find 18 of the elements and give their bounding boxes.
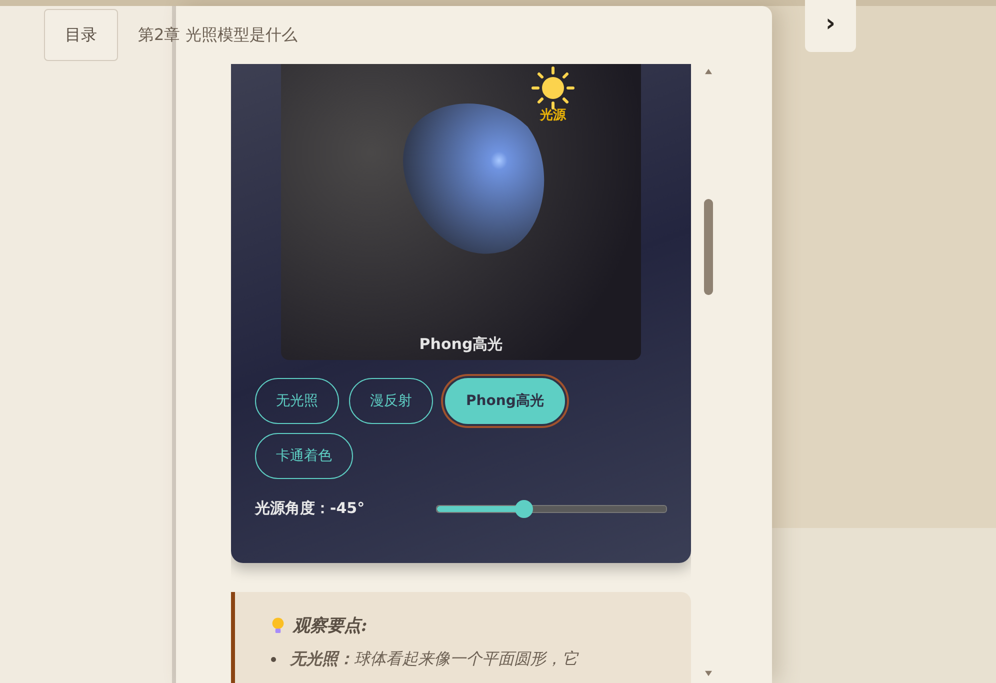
mode-button[interactable]: 卡通着色 <box>255 433 353 479</box>
scroll-down-icon[interactable] <box>704 670 712 677</box>
mode-button[interactable]: 漫反射 <box>349 378 433 424</box>
light-angle-slider[interactable] <box>436 500 667 518</box>
next-page-button[interactable]: › <box>805 0 856 52</box>
toc-button[interactable]: 目录 <box>44 9 118 61</box>
scroll-up-icon[interactable] <box>704 68 712 75</box>
bullet-icon <box>271 657 276 662</box>
light-source-label: 光源 <box>540 107 566 124</box>
canvas-caption: Phong高光 <box>418 335 504 354</box>
note-item: 无光照：球体看起来像一个平面圆形，它 <box>290 649 578 670</box>
light-angle-label: 光源角度：-45° <box>255 499 366 518</box>
sun-icon <box>531 66 575 110</box>
slider-thumb[interactable] <box>514 500 533 518</box>
mode-button[interactable]: 无光照 <box>255 378 339 424</box>
lightbulb-icon <box>271 616 285 636</box>
chapter-title: 第2章 光照模型是什么 <box>138 24 298 46</box>
note-title: 观察要点: <box>293 615 368 637</box>
